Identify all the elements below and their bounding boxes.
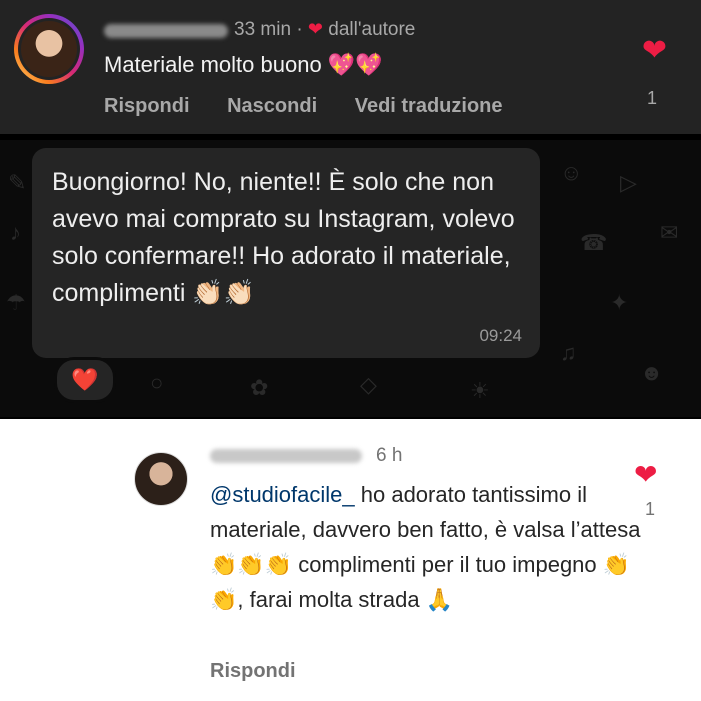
reply-button[interactable]: Rispondi [104, 95, 190, 117]
chat-message-time: 09:24 [479, 326, 522, 345]
doodle-pattern: ☻ [640, 360, 664, 385]
doodle-pattern: ☎ [580, 230, 608, 255]
avatar[interactable] [134, 452, 188, 506]
doodle-pattern: ✿ [250, 375, 269, 400]
doodle-pattern: ☺ [560, 160, 583, 185]
comment-time: 33 min [234, 19, 292, 40]
doodle-pattern: ♫ [560, 340, 577, 365]
reply-button[interactable]: Rispondi [210, 660, 296, 683]
doodle-pattern: ♪ [10, 220, 21, 245]
see-translation-button[interactable]: Vedi traduzione [355, 95, 503, 117]
like-count: 1 [646, 88, 657, 108]
chat-panel: ✎ ♪ ☂ ☺ ▷ ✉ ☎ ✦ ♫ ☻ ○ ✿ ◇ ☀ Buongiorno! … [0, 140, 701, 417]
doodle-pattern: ✉ [660, 220, 679, 245]
chat-message-text: Buongiorno! No, niente!! È solo che non … [52, 168, 515, 307]
heart-reaction-icon[interactable]: ❤️ [54, 357, 116, 403]
avatar-photo [21, 21, 77, 77]
comment-meta: 33 min · ❤ dall'autore [234, 19, 415, 41]
doodle-pattern: ◇ [360, 372, 377, 397]
heart-icon[interactable]: ❤ [634, 461, 657, 489]
mention-link[interactable]: @studiofacile_ [210, 482, 355, 507]
dark-comment-panel: 33 min · ❤ dall'autore Materiale molto b… [0, 0, 701, 134]
doodle-pattern: ▷ [620, 170, 637, 195]
comment-text: Materiale molto buono 💖💖 [104, 52, 383, 77]
blurred-username[interactable] [104, 24, 228, 38]
comment-time: 6 h [376, 445, 403, 466]
doodle-pattern: ○ [150, 370, 164, 395]
doodle-pattern: ✎ [8, 170, 27, 195]
chat-bubble[interactable]: Buongiorno! No, niente!! È solo che non … [32, 148, 540, 358]
author-heart-icon: ❤ [307, 19, 324, 39]
hide-button[interactable]: Nascondi [227, 95, 317, 117]
heart-icon[interactable]: ❤ [642, 36, 667, 66]
comment-actions: Rispondi Nascondi Vedi traduzione [104, 95, 535, 118]
doodle-pattern: ✦ [610, 290, 629, 315]
blurred-username[interactable] [210, 449, 362, 463]
comment-text: @studiofacile_ ho adorato tantissimo il … [210, 477, 650, 617]
doodle-pattern: ☂ [6, 290, 26, 315]
author-like-badge: dall'autore [328, 19, 416, 40]
light-comment-panel: 6 h @studiofacile_ ho adorato tantissimo… [0, 419, 701, 701]
meta-separator: · [296, 19, 303, 40]
like-count: 1 [645, 499, 656, 519]
doodle-pattern: ☀ [470, 378, 490, 403]
avatar-story-ring[interactable] [14, 14, 84, 84]
